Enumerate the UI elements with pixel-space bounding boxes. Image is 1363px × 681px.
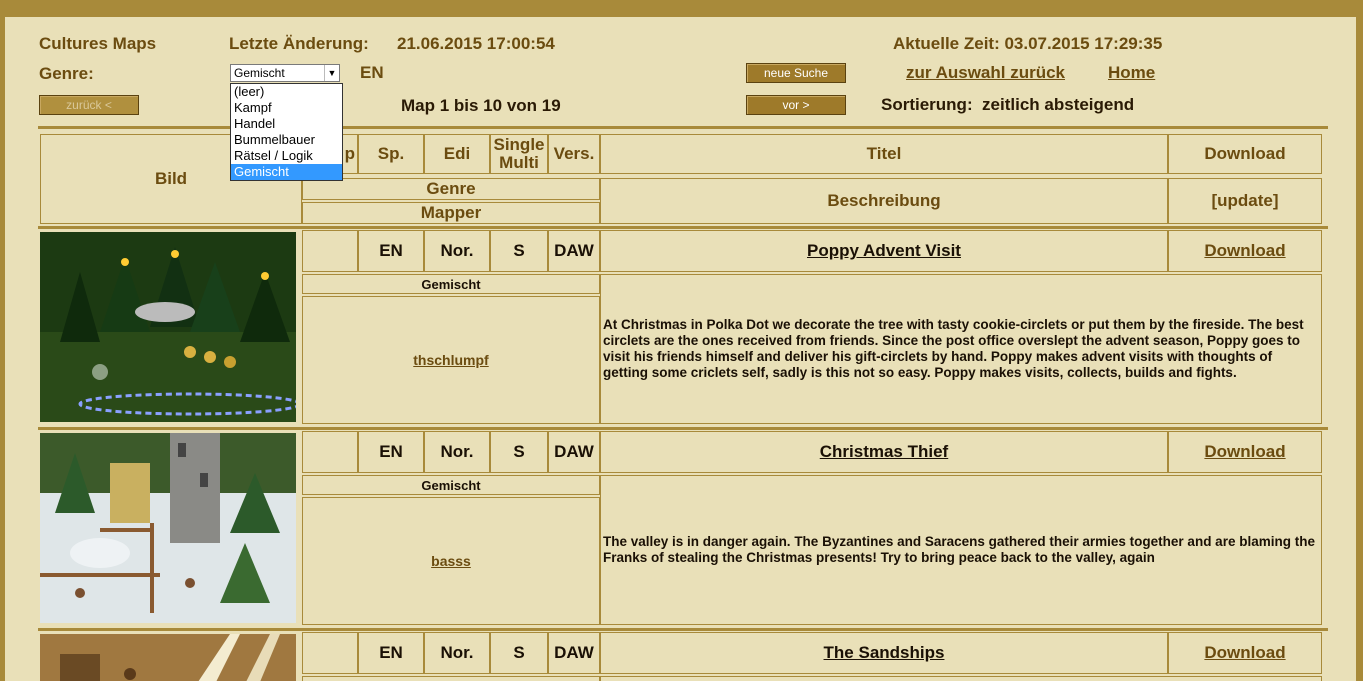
col-header-download: Download (1168, 134, 1322, 174)
edition-cell: Nor. (424, 230, 490, 272)
site-title: Cultures Maps (39, 34, 157, 53)
divider (38, 226, 1328, 229)
col-header-mapper: Mapper (302, 202, 600, 224)
edition-cell: Nor. (424, 431, 490, 473)
col-header-version: Vers. (548, 134, 600, 174)
language-cell: EN (358, 632, 424, 674)
map-title-link[interactable]: Christmas Thief (820, 442, 948, 462)
new-search-button[interactable]: neue Suche (746, 63, 846, 83)
genre-option-selected[interactable]: Gemischt (231, 164, 342, 180)
mapper-link[interactable]: basss (431, 553, 471, 569)
divider (38, 427, 1328, 430)
back-to-selection-link[interactable]: zur Auswahl zurück (906, 63, 1065, 83)
sort-text: Sortierung: zeitlich absteigend (881, 95, 1135, 114)
genre-option[interactable]: (leer) (231, 84, 342, 100)
col-header-update: [update] (1168, 178, 1322, 224)
download-link[interactable]: Download (1204, 442, 1285, 462)
description-cell (600, 676, 1322, 681)
map-thumbnail[interactable] (40, 433, 296, 623)
genre-option[interactable]: Kampf (231, 100, 342, 116)
language-cell: EN (358, 431, 424, 473)
col-header-single-multi: Single Multi (490, 134, 548, 174)
chevron-down-icon[interactable]: ▼ (324, 65, 339, 81)
version-cell: DAW (548, 632, 600, 674)
map-thumbnail[interactable] (40, 232, 296, 422)
language-cell: EN (358, 230, 424, 272)
description-cell: At Christmas in Polka Dot we decorate th… (600, 274, 1322, 424)
col-header-beschreibung: Beschreibung (600, 178, 1168, 224)
genre-cell: Gemischt (302, 274, 600, 294)
mapper-cell: basss (302, 497, 600, 625)
genre-select[interactable]: Gemischt ▼ (230, 64, 340, 82)
range-text: Map 1 bis 10 von 19 (401, 96, 561, 115)
edition-cell: Nor. (424, 632, 490, 674)
divider (38, 628, 1328, 631)
mode-cell: S (490, 632, 548, 674)
last-change-value: 21.06.2015 17:00:54 (397, 34, 555, 53)
players-cell (302, 431, 358, 473)
download-cell: Download (1168, 632, 1322, 674)
mapper-cell: thschlumpf (302, 296, 600, 424)
home-link[interactable]: Home (1108, 63, 1155, 83)
genre-cell: Gemischt (302, 475, 600, 495)
map-thumbnail[interactable] (40, 634, 296, 681)
genre-dropdown-list: (leer) Kampf Handel Bummelbauer Rätsel /… (230, 83, 343, 181)
genre-option[interactable]: Rätsel / Logik (231, 148, 342, 164)
map-title-cell: Christmas Thief (600, 431, 1168, 473)
players-cell (302, 230, 358, 272)
page: Cultures Maps Letzte Änderung: 21.06.201… (5, 17, 1356, 681)
single-label: Single (493, 135, 545, 154)
next-page-button[interactable]: vor > (746, 95, 846, 115)
col-header-genre: Genre (302, 178, 600, 200)
mapper-link[interactable]: thschlumpf (413, 352, 488, 368)
description-cell: The valley is in danger again. The Byzan… (600, 475, 1322, 625)
current-time: Aktuelle Zeit: 03.07.2015 17:29:35 (893, 34, 1163, 53)
genre-option[interactable]: Handel (231, 116, 342, 132)
download-cell: Download (1168, 431, 1322, 473)
multi-label: Multi (499, 153, 539, 172)
version-cell: DAW (548, 230, 600, 272)
col-header-titel: Titel (600, 134, 1168, 174)
genre-cell (302, 676, 600, 681)
players-cell (302, 632, 358, 674)
mode-cell: S (490, 230, 548, 272)
download-cell: Download (1168, 230, 1322, 272)
col-header-sp: Sp. (358, 134, 424, 174)
genre-label: Genre: (39, 64, 94, 83)
map-title-link[interactable]: The Sandships (824, 643, 945, 663)
download-link[interactable]: Download (1204, 643, 1285, 663)
genre-select-value: Gemischt (234, 66, 285, 80)
map-title-cell: The Sandships (600, 632, 1168, 674)
map-title-link[interactable]: Poppy Advent Visit (807, 241, 961, 261)
mode-cell: S (490, 431, 548, 473)
prev-page-button[interactable]: zurück < (39, 95, 139, 115)
genre-option[interactable]: Bummelbauer (231, 132, 342, 148)
map-title-cell: Poppy Advent Visit (600, 230, 1168, 272)
version-cell: DAW (548, 431, 600, 473)
download-link[interactable]: Download (1204, 241, 1285, 261)
col-header-edi: Edi (424, 134, 490, 174)
language-indicator: EN (360, 63, 384, 82)
last-change-label: Letzte Änderung: (229, 34, 369, 53)
